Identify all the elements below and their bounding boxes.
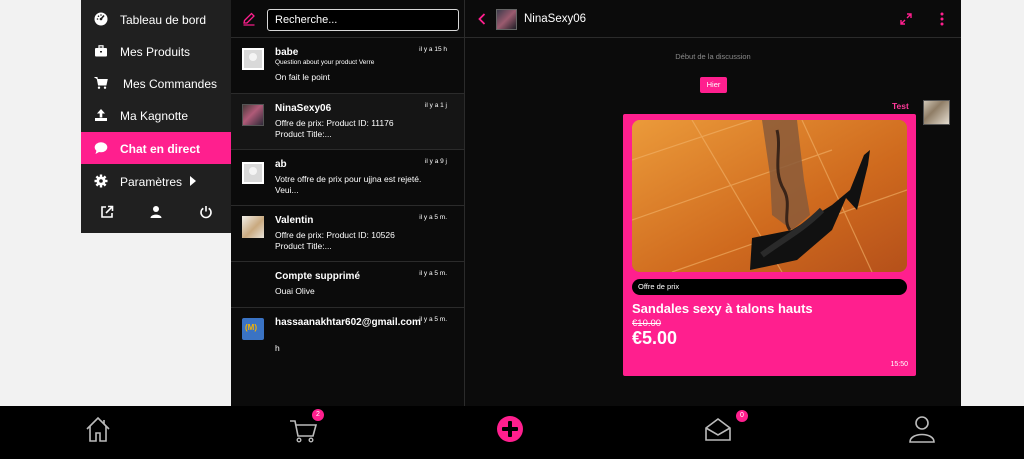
search-input[interactable] xyxy=(267,9,459,31)
avatar xyxy=(242,216,264,238)
conversation-preview: On fait le point xyxy=(275,72,330,82)
conversation-name: NinaSexy06 xyxy=(275,103,332,114)
plus-circle-icon[interactable] xyxy=(496,415,524,443)
menu-item-products[interactable]: Mes Produits xyxy=(81,35,231,67)
price-offer-card[interactable]: Offre de prix Sandales sexy à talons hau… xyxy=(623,114,916,376)
conversation-item[interactable]: babe il y a 15 h Question about your pro… xyxy=(231,38,464,94)
external-link-icon[interactable] xyxy=(100,205,114,219)
expand-icon[interactable] xyxy=(900,13,912,25)
cart-icon xyxy=(94,77,108,89)
offer-new-price: €5.00 xyxy=(632,328,678,348)
user-icon[interactable] xyxy=(907,414,937,444)
menu-item-label: Chat en direct xyxy=(120,142,201,156)
menu-item-kagnotte[interactable]: Ma Kagnotte xyxy=(81,99,231,131)
menu-item-label: Mes Commandes xyxy=(123,77,218,91)
back-icon[interactable] xyxy=(478,13,486,25)
chat-bubble-icon xyxy=(94,142,108,154)
conversation-time: il y a 5 m. xyxy=(419,316,447,323)
conversation-preview: Offre de prix: Product ID: 11176 Product… xyxy=(275,118,394,139)
side-menu: Tableau de bord Mes Produits Mes Command… xyxy=(81,0,239,233)
conversation-list-header xyxy=(231,0,465,38)
cart-badge: 2 xyxy=(312,409,324,421)
menu-item-dashboard[interactable]: Tableau de bord xyxy=(81,3,231,35)
avatar xyxy=(496,9,517,30)
day-separator-chip: Hier xyxy=(700,77,727,93)
menu-item-orders[interactable]: Mes Commandes xyxy=(81,67,231,99)
upload-icon xyxy=(95,109,107,121)
conversation-item[interactable]: Compte supprimé il y a 5 m. Ouai Olive xyxy=(231,262,464,308)
sender-name: Test xyxy=(892,101,909,111)
message-time: 15:50 xyxy=(890,361,908,368)
menu-item-settings[interactable]: Paramètres xyxy=(81,165,231,197)
conversation-time: il y a 9 j xyxy=(424,158,447,165)
gear-icon xyxy=(94,174,108,188)
avatar: (M) xyxy=(242,318,264,340)
conversation-subject: Question about your product Verre xyxy=(275,59,375,66)
conversation-item[interactable]: (M) hassaanakhtar602@gmail.com il y a 5 … xyxy=(231,308,464,358)
avatar xyxy=(242,162,264,184)
offer-product-title: Sandales sexy à talons hauts xyxy=(632,301,813,316)
conversation-name: ab xyxy=(275,159,287,170)
more-vertical-icon[interactable] xyxy=(940,12,944,26)
menu-footer xyxy=(81,205,231,225)
conversation-preview: h xyxy=(275,343,280,353)
dashboard-icon xyxy=(94,12,108,26)
home-icon[interactable] xyxy=(83,414,113,444)
mail-icon[interactable] xyxy=(703,414,733,444)
discussion-start-label: Début de la discussion xyxy=(675,52,751,61)
conversation-time: il y a 5 m. xyxy=(419,214,447,221)
conversation-name: babe xyxy=(275,47,299,58)
conversation-item[interactable]: ab il y a 9 j Votre offre de prix pour u… xyxy=(231,150,464,206)
conversation-item[interactable]: Valentin il y a 5 m. Offre de prix: Prod… xyxy=(231,206,464,262)
briefcase-icon xyxy=(95,45,107,57)
user-icon[interactable] xyxy=(149,205,163,219)
power-icon[interactable] xyxy=(199,205,213,219)
edit-icon[interactable] xyxy=(242,12,256,26)
conversation-name: hassaanakhtar602@gmail.com xyxy=(275,317,421,328)
thread-header: NinaSexy06 xyxy=(465,0,961,38)
conversation-time: il y a 5 m. xyxy=(419,270,447,277)
conversation-preview: Votre offre de prix pour ujjna est rejet… xyxy=(275,174,422,195)
bottom-navigation: 2 0 xyxy=(0,406,1024,459)
chevron-right-icon xyxy=(190,176,196,186)
mail-badge: 0 xyxy=(736,410,748,422)
thread-title: NinaSexy06 xyxy=(524,13,587,25)
offer-tag: Offre de prix xyxy=(632,279,907,295)
avatar xyxy=(242,48,264,70)
menu-item-label: Tableau de bord xyxy=(120,13,207,27)
product-image xyxy=(632,120,907,272)
menu-item-chat[interactable]: Chat en direct xyxy=(81,132,239,164)
conversation-list: babe il y a 15 h Question about your pro… xyxy=(231,0,465,406)
conversation-time: il y a 15 h xyxy=(419,46,447,53)
conversation-preview: Offre de prix: Product ID: 10526 Product… xyxy=(275,230,395,251)
menu-item-label: Ma Kagnotte xyxy=(120,109,189,123)
conversation-name: Compte supprimé xyxy=(275,271,361,282)
conversation-time: il y a 1 j xyxy=(424,102,447,109)
avatar xyxy=(242,104,264,126)
conversation-preview: Ouai Olive xyxy=(275,286,315,296)
conversation-item[interactable]: NinaSexy06 il y a 1 j Offre de prix: Pro… xyxy=(231,94,464,150)
menu-item-label: Paramètres xyxy=(120,175,183,189)
conversation-name: Valentin xyxy=(275,215,314,226)
menu-item-label: Mes Produits xyxy=(120,45,191,59)
avatar xyxy=(923,100,950,125)
